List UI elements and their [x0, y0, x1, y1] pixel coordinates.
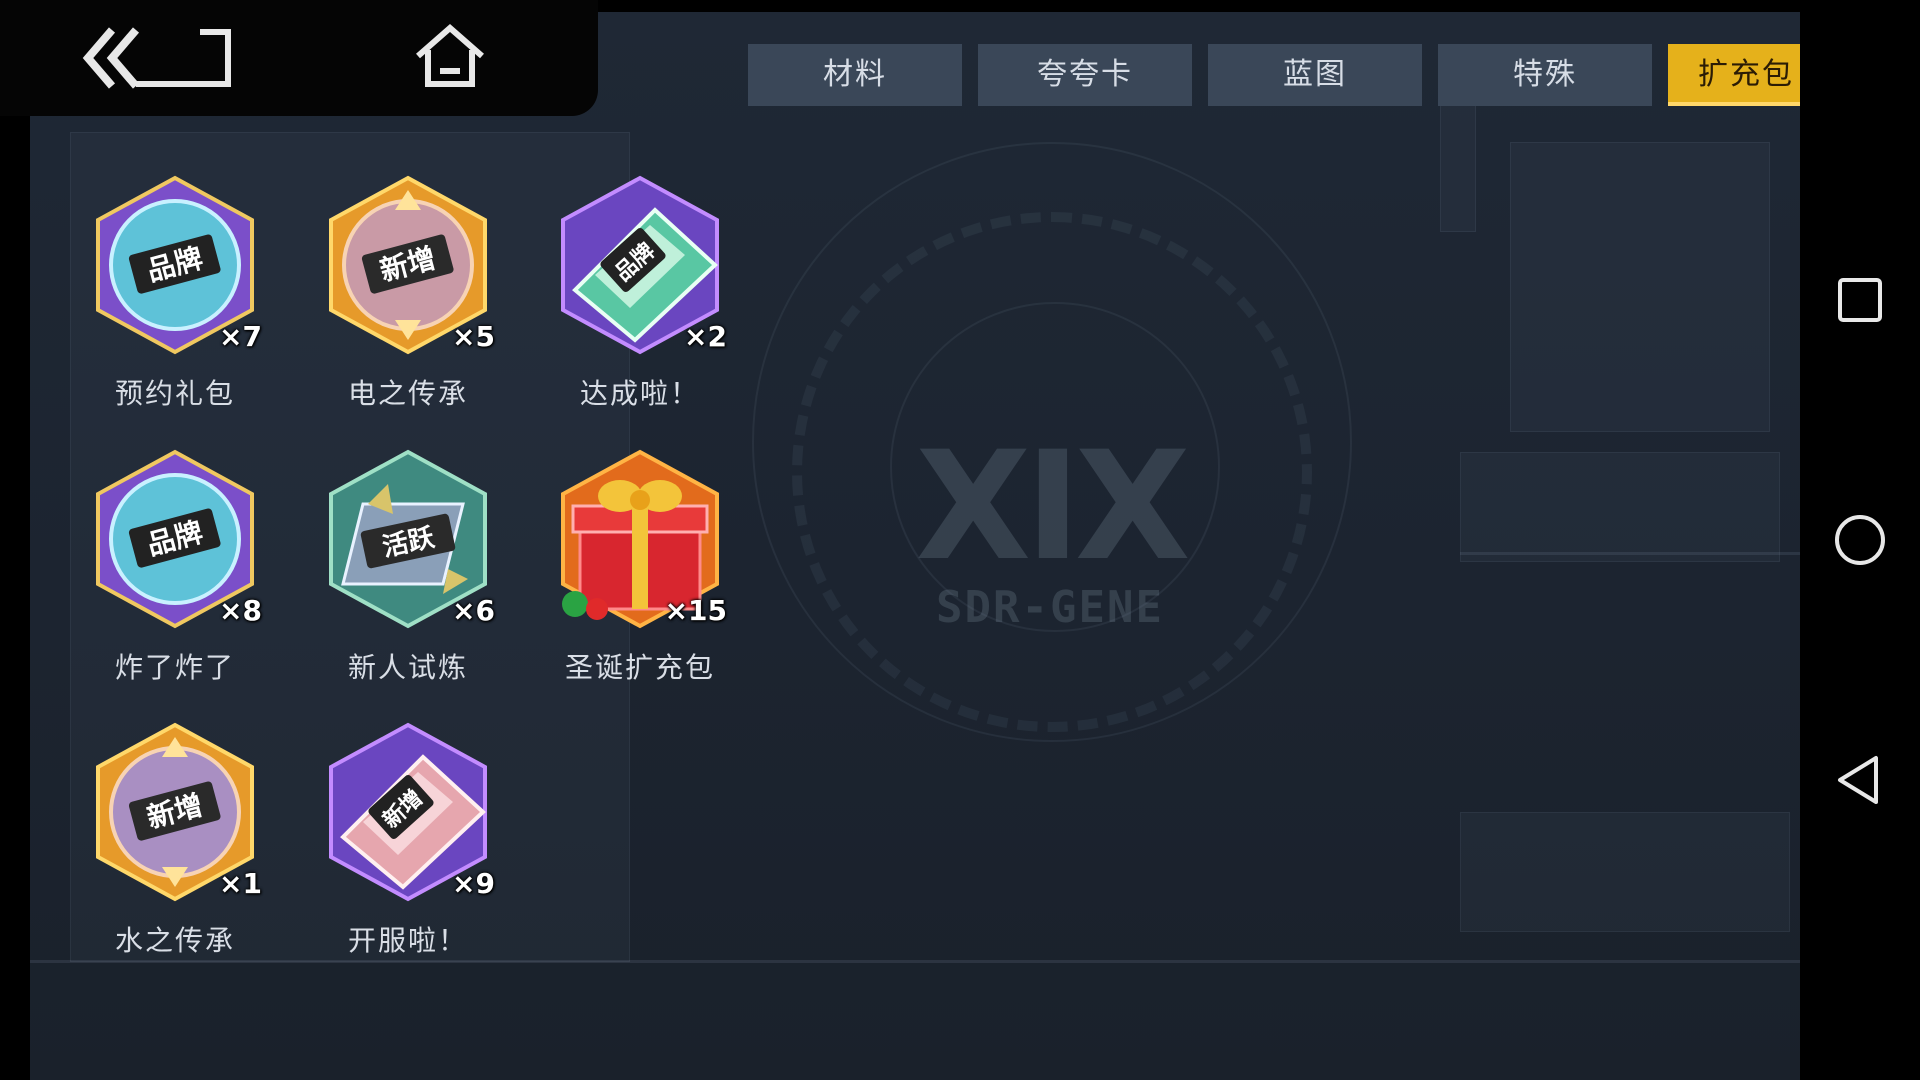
hud-panel-right-1 [1510, 142, 1770, 432]
item-name: 达成啦！ [579, 377, 700, 410]
item-name: 开服啦！ [347, 924, 468, 957]
item-card[interactable]: ×15 圣诞扩充包 [545, 444, 735, 684]
recents-button[interactable] [1830, 270, 1890, 330]
item-card[interactable]: 品牌 ×8 炸了炸了 [80, 444, 270, 684]
tab-blueprints[interactable]: 蓝图 [1208, 44, 1422, 106]
screen: XIX SDR-GENE 材料 夸夸卡 蓝图 特殊 扩充包 品牌 ×7 预约礼包 [0, 0, 1920, 1080]
item-name: 电之传承 [347, 377, 468, 410]
game-viewport: XIX SDR-GENE 材料 夸夸卡 蓝图 特殊 扩充包 品牌 ×7 预约礼包 [30, 12, 1800, 1080]
tab-materials[interactable]: 材料 [748, 44, 962, 106]
item-name: 水之传承 [114, 924, 235, 957]
tab-special[interactable]: 特殊 [1438, 44, 1652, 106]
top-nav-panel [0, 0, 598, 116]
square-icon [1838, 278, 1882, 322]
tab-praise-cards[interactable]: 夸夸卡 [978, 44, 1192, 106]
item-card[interactable]: 品牌 ×2 达成啦！ [545, 170, 735, 410]
double-chevron-back-icon [82, 27, 231, 89]
item-card[interactable]: 品牌 ×7 预约礼包 [80, 170, 270, 410]
triangle-back-icon [1838, 756, 1878, 804]
item-card[interactable]: 新增 ×5 电之传承 [313, 170, 503, 410]
system-nav-bar [1800, 0, 1920, 1080]
item-quantity: ×15 [664, 594, 727, 627]
background-logo: XIX SDR-GENE [885, 420, 1215, 633]
home-button[interactable] [410, 22, 490, 92]
back-button[interactable] [80, 24, 240, 92]
item-name: 炸了炸了 [114, 651, 235, 684]
item-name: 圣诞扩充包 [564, 651, 715, 684]
item-card[interactable]: 新增 ×1 水之传承 [80, 717, 270, 957]
logo-mark: XIX [915, 420, 1190, 594]
hud-panel-right-2 [1460, 452, 1780, 562]
circle-icon [1835, 515, 1885, 565]
item-quantity: ×9 [452, 867, 495, 900]
item-name: 预约礼包 [114, 377, 235, 410]
item-card[interactable]: 新增 ×9 开服啦！ [313, 717, 503, 957]
item-name: 新人试炼 [347, 651, 468, 684]
item-quantity: ×8 [219, 594, 262, 627]
tab-expansion-packs[interactable]: 扩充包 [1668, 44, 1800, 106]
item-quantity: ×2 [684, 320, 727, 353]
hud-panel-right-3 [1460, 812, 1790, 932]
system-home-button[interactable] [1830, 510, 1890, 570]
item-quantity: ×7 [219, 320, 262, 353]
item-quantity: ×1 [219, 867, 262, 900]
system-back-button[interactable] [1830, 750, 1890, 810]
item-card[interactable]: 活跃 ×6 新人试炼 [313, 444, 503, 684]
home-icon [416, 24, 484, 87]
item-quantity: ×5 [452, 320, 495, 353]
item-quantity: ×6 [452, 594, 495, 627]
